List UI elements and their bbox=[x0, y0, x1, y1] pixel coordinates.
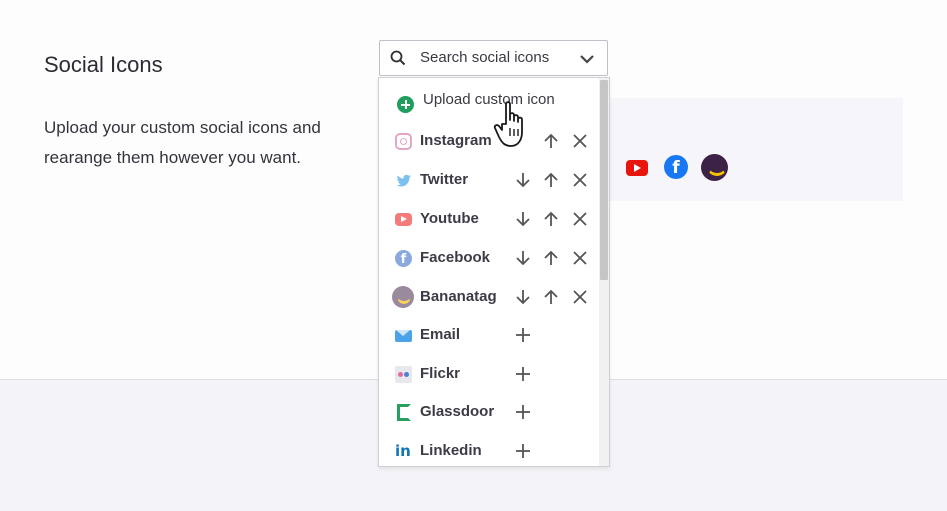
upload-custom-icon-label: Upload custom icon bbox=[423, 91, 555, 108]
add-button[interactable] bbox=[513, 325, 533, 345]
remove-button[interactable] bbox=[570, 170, 590, 190]
item-label: Linkedin bbox=[420, 442, 482, 459]
facebook-icon: f bbox=[395, 250, 412, 267]
item-label: Glassdoor bbox=[420, 403, 495, 420]
move-up-button[interactable] bbox=[541, 131, 561, 151]
move-down-button[interactable] bbox=[513, 248, 533, 268]
item-label: Email bbox=[420, 326, 461, 343]
item-label: Twitter bbox=[420, 171, 469, 188]
section-title: Social Icons bbox=[44, 52, 163, 77]
instagram-icon bbox=[395, 133, 412, 150]
glassdoor-icon bbox=[397, 404, 411, 421]
list-item-flickr: Flickr bbox=[379, 356, 599, 394]
list-item-linkedin: in Linkedin bbox=[379, 433, 599, 466]
move-down-button[interactable] bbox=[513, 287, 533, 307]
flickr-icon bbox=[395, 366, 412, 383]
move-down-button[interactable] bbox=[513, 209, 533, 229]
bananatag-icon bbox=[392, 286, 414, 308]
item-label: Facebook bbox=[420, 249, 491, 266]
plus-circle-icon bbox=[397, 96, 414, 113]
list-item-glassdoor: Glassdoor bbox=[379, 394, 599, 432]
item-label: Bananatag bbox=[420, 288, 497, 305]
move-down-button[interactable] bbox=[513, 170, 533, 190]
email-icon bbox=[395, 330, 412, 342]
add-button[interactable] bbox=[513, 364, 533, 384]
item-label: Youtube bbox=[420, 210, 479, 227]
scrollbar-thumb[interactable] bbox=[600, 80, 608, 280]
search-icon bbox=[390, 50, 406, 71]
move-up-button[interactable] bbox=[541, 170, 561, 190]
hand-cursor-icon bbox=[492, 100, 532, 155]
social-icon-search[interactable] bbox=[379, 40, 608, 76]
move-up-button[interactable] bbox=[541, 248, 561, 268]
add-button[interactable] bbox=[513, 441, 533, 461]
remove-button[interactable] bbox=[570, 287, 590, 307]
section-description: Upload your custom social icons and rear… bbox=[44, 118, 321, 167]
twitter-icon bbox=[395, 172, 412, 189]
social-icons-preview: f bbox=[600, 98, 903, 201]
item-label: Instagram bbox=[420, 132, 492, 149]
scrollbar[interactable] bbox=[599, 78, 609, 466]
list-item-email: Email bbox=[379, 317, 599, 355]
list-item-twitter: Twitter bbox=[379, 162, 599, 200]
add-button[interactable] bbox=[513, 402, 533, 422]
remove-button[interactable] bbox=[570, 131, 590, 151]
list-item-youtube: Youtube bbox=[379, 201, 599, 239]
list-item-facebook: f Facebook bbox=[379, 240, 599, 278]
remove-button[interactable] bbox=[570, 209, 590, 229]
remove-button[interactable] bbox=[570, 248, 590, 268]
item-label: Flickr bbox=[420, 365, 461, 382]
youtube-icon[interactable] bbox=[626, 160, 648, 176]
chevron-down-icon[interactable] bbox=[579, 52, 595, 70]
list-item-bananatag: Bananatag bbox=[379, 279, 599, 317]
facebook-icon[interactable]: f bbox=[664, 155, 688, 179]
move-up-button[interactable] bbox=[541, 287, 561, 307]
upload-custom-icon-button[interactable]: Upload custom icon bbox=[379, 78, 599, 122]
bananatag-icon[interactable] bbox=[701, 154, 728, 181]
linkedin-icon: in bbox=[395, 442, 411, 460]
move-up-button[interactable] bbox=[541, 209, 561, 229]
list-item-instagram: Instagram bbox=[379, 123, 599, 161]
search-input[interactable] bbox=[420, 49, 570, 66]
youtube-icon bbox=[395, 213, 412, 226]
